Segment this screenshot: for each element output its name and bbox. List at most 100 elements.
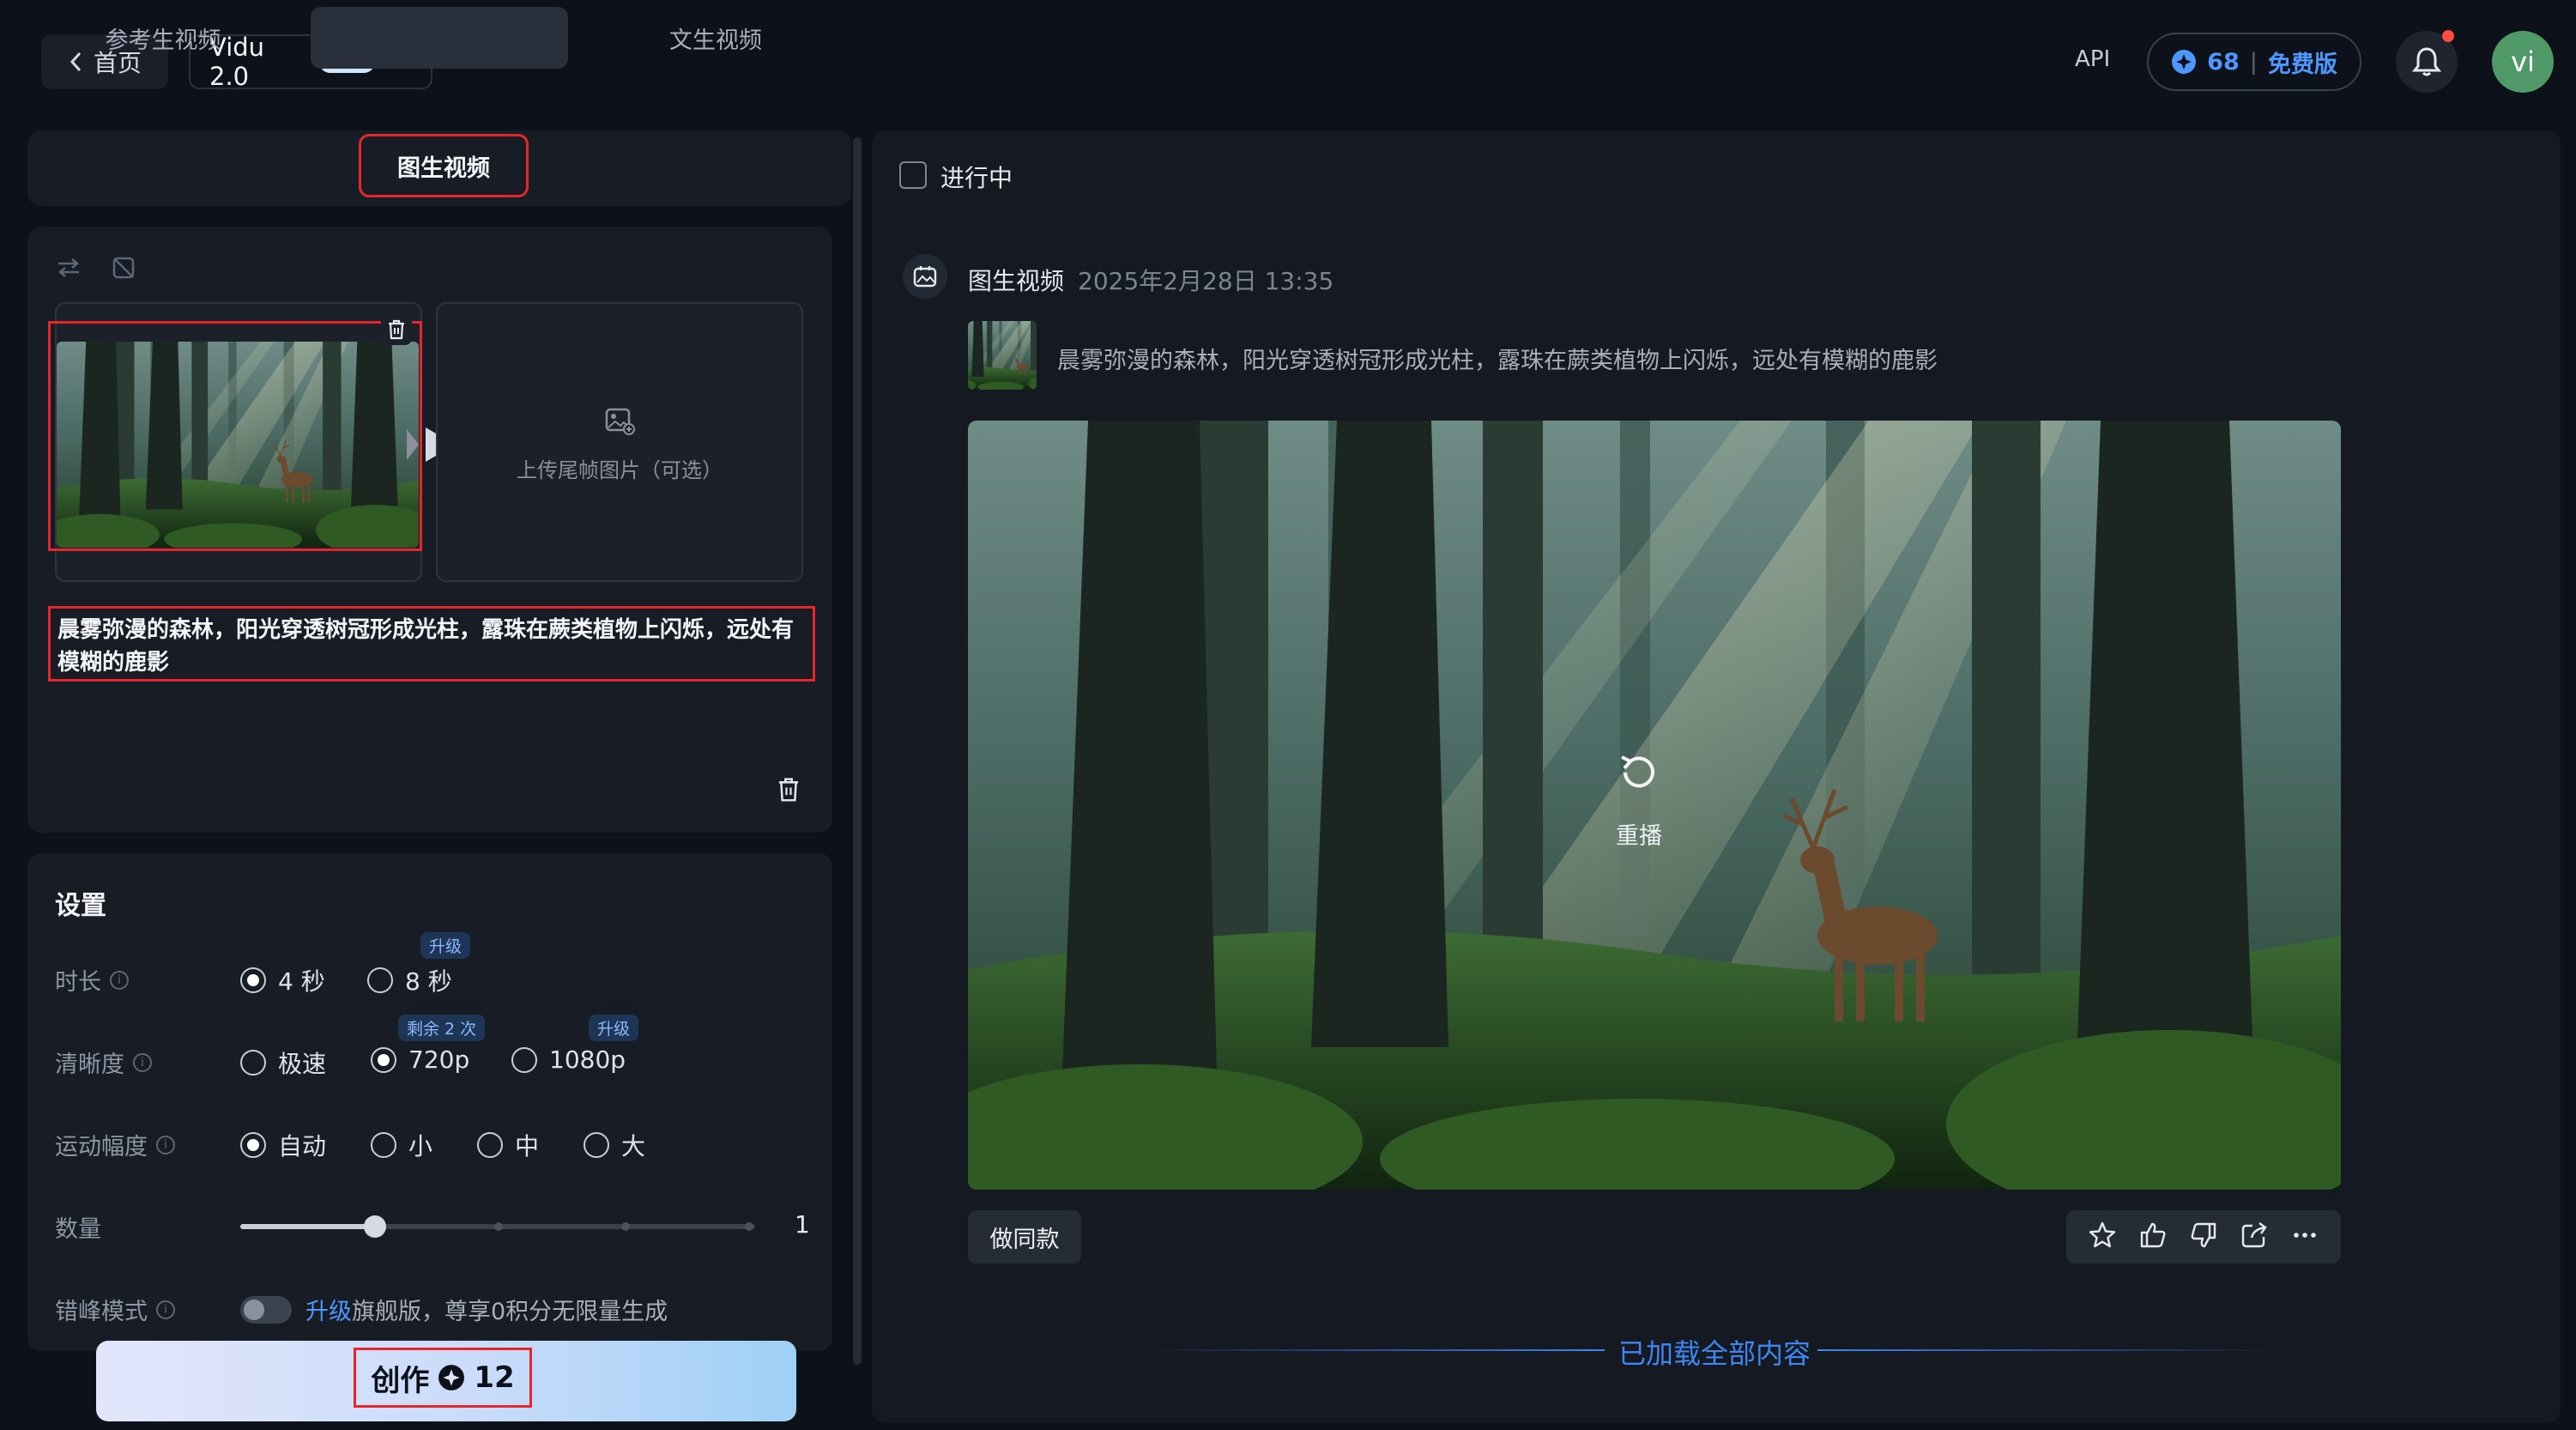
motion-option-medium[interactable]: 中 xyxy=(477,1128,539,1162)
resolution-option-720p[interactable]: 720p xyxy=(371,1045,469,1074)
quantity-slider-fill xyxy=(240,1224,375,1229)
credits-value: 68 xyxy=(2207,48,2240,76)
clear-prompt-button[interactable] xyxy=(776,776,801,807)
in-progress-label[interactable]: 进行中 xyxy=(940,160,1013,194)
swap-icon[interactable] xyxy=(55,254,82,282)
prompt-input[interactable]: 晨雾弥漫的森林，阳光穿透树冠形成光柱，露珠在蕨类植物上闪烁，远处有模糊的鹿影 xyxy=(48,606,815,682)
trash-icon xyxy=(389,319,404,340)
generation-type: 图生视频 xyxy=(968,267,1065,295)
upgrade-badge: 升级 xyxy=(420,932,471,959)
resolution-label: 清晰度 i xyxy=(55,1045,152,1079)
slider-tick xyxy=(745,1222,753,1231)
duration-option-8s[interactable]: 8 秒 xyxy=(367,963,452,997)
create-cost: 12 xyxy=(474,1360,515,1395)
info-icon: i xyxy=(110,970,129,990)
replay-icon xyxy=(1621,755,1654,788)
remaining-badge: 剩余 2 次 xyxy=(398,1015,486,1041)
image-to-video-icon xyxy=(903,254,947,299)
credits-separator: | xyxy=(2249,48,2258,76)
delete-first-frame-button[interactable] xyxy=(381,314,412,345)
quantity-value: 1 xyxy=(795,1210,810,1239)
quantity-slider-handle[interactable] xyxy=(364,1215,386,1238)
resolution-option-1080p-label: 1080p xyxy=(549,1045,626,1074)
motion-option-large[interactable]: 大 xyxy=(584,1128,645,1162)
duration-label: 时长 i xyxy=(55,963,129,997)
info-icon: i xyxy=(156,1135,175,1154)
share-icon[interactable] xyxy=(2240,1221,2269,1253)
divider-right xyxy=(1817,1349,2281,1351)
motion-option-small-label: 小 xyxy=(408,1132,433,1160)
duration-option-4s[interactable]: 4 秒 xyxy=(240,963,325,997)
slider-tick xyxy=(621,1222,630,1231)
radio-icon xyxy=(240,1132,266,1158)
avatar[interactable]: vi xyxy=(2492,31,2554,93)
end-of-feed-message: 已加载全部内容 xyxy=(1618,1337,1811,1370)
info-icon: i xyxy=(156,1300,175,1319)
quantity-label-text: 数量 xyxy=(55,1216,101,1243)
resolution-option-fast-label: 极速 xyxy=(278,1050,327,1078)
radio-icon xyxy=(371,1132,396,1158)
duration-option-4s-label: 4 秒 xyxy=(278,967,325,996)
divider-left xyxy=(1141,1349,1605,1351)
api-link[interactable]: API xyxy=(2075,46,2110,72)
motion-option-auto-label: 自动 xyxy=(278,1132,327,1160)
radio-icon xyxy=(584,1132,609,1158)
left-panel-scrollbar[interactable] xyxy=(853,137,862,1365)
create-button-label[interactable]: 创作 12 xyxy=(354,1348,532,1408)
info-icon: i xyxy=(133,1052,152,1072)
radio-icon xyxy=(240,967,266,993)
first-frame-highlight xyxy=(48,321,422,551)
tab-image-to-video-label[interactable]: 图生视频 xyxy=(359,134,529,197)
motion-option-medium-label: 中 xyxy=(515,1132,540,1160)
image-upload-icon xyxy=(604,407,635,439)
resolution-option-720p-label: 720p xyxy=(408,1045,470,1074)
upgrade-link[interactable]: 升级 xyxy=(305,1299,352,1325)
credit-icon xyxy=(2172,50,2197,74)
trash-icon xyxy=(778,778,799,802)
radio-icon xyxy=(477,1132,503,1158)
create-label: 创作 xyxy=(371,1363,430,1398)
motion-option-large-label: 大 xyxy=(621,1132,646,1160)
tab-image-to-video[interactable] xyxy=(311,7,568,69)
tab-reference-video[interactable]: 参考生视频 xyxy=(34,7,292,69)
motion-option-small[interactable]: 小 xyxy=(371,1128,432,1162)
duration-label-text: 时长 xyxy=(55,969,101,996)
bell-icon xyxy=(2412,47,2441,76)
upgrade-badge: 升级 xyxy=(589,1015,639,1041)
credit-icon xyxy=(438,1365,465,1391)
crop-icon[interactable] xyxy=(110,254,137,282)
duration-option-8s-label: 8 秒 xyxy=(405,967,452,996)
radio-icon xyxy=(511,1046,537,1073)
resolution-option-1080p[interactable]: 1080p xyxy=(511,1045,626,1074)
tab-text-to-video[interactable]: 文生视频 xyxy=(587,7,844,69)
motion-label: 运动幅度 i xyxy=(55,1128,175,1161)
radio-icon xyxy=(240,1050,266,1076)
settings-title: 设置 xyxy=(55,891,106,921)
offpeak-description: 升级旗舰版，尊享0积分无限量生成 xyxy=(305,1293,668,1326)
settings-card xyxy=(27,853,832,1351)
slider-tick xyxy=(494,1222,503,1231)
plan-label: 免费版 xyxy=(2267,51,2337,78)
prompt-thumbnail[interactable] xyxy=(968,321,1037,390)
star-icon[interactable] xyxy=(2088,1221,2117,1253)
radio-icon xyxy=(367,967,393,993)
more-icon[interactable] xyxy=(2290,1221,2319,1253)
end-frame-label: 上传尾帧图片（可选） xyxy=(517,458,723,482)
thumbs-up-icon[interactable] xyxy=(2138,1221,2168,1253)
credits-plan-button[interactable]: 68 | 免费版 xyxy=(2147,33,2361,91)
end-frame-upload[interactable] xyxy=(436,302,803,582)
generation-prompt: 晨雾弥漫的森林，阳光穿透树冠形成光柱，露珠在蕨类植物上闪烁，远处有模糊的鹿影 xyxy=(1057,348,1938,374)
video-action-bar xyxy=(2066,1210,2341,1263)
make-same-button[interactable]: 做同款 xyxy=(968,1210,1081,1263)
thumbs-down-icon[interactable] xyxy=(2189,1221,2218,1253)
resolution-option-fast[interactable]: 极速 xyxy=(240,1045,326,1080)
in-progress-checkbox[interactable] xyxy=(899,161,927,189)
replay-button[interactable]: 重播 xyxy=(1613,747,1665,851)
offpeak-label: 错峰模式 i xyxy=(55,1293,175,1326)
offpeak-toggle[interactable] xyxy=(240,1296,292,1324)
notification-dot xyxy=(2442,30,2454,42)
motion-option-auto[interactable]: 自动 xyxy=(240,1128,326,1162)
resolution-label-text: 清晰度 xyxy=(55,1051,124,1078)
radio-icon xyxy=(371,1046,396,1073)
generation-timestamp: 2025年2月28日 13:35 xyxy=(1078,267,1334,295)
